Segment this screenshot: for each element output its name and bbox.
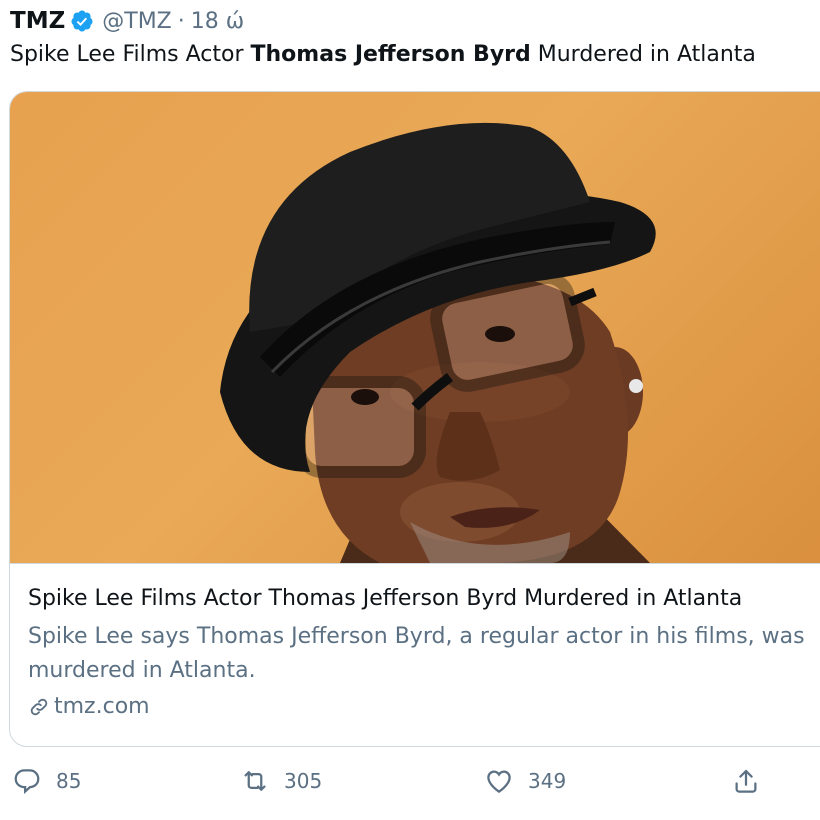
card-image[interactable] [10, 92, 820, 563]
reply-button[interactable]: 85 [12, 766, 81, 796]
tweet-timestamp[interactable]: 18 ώ [191, 9, 244, 34]
share-button[interactable] [731, 766, 761, 796]
card-domain-text: tmz.com [54, 694, 150, 719]
verified-badge-icon [70, 9, 94, 33]
retweet-icon [244, 771, 266, 791]
tweet-text-bold: Thomas Jefferson Byrd [250, 42, 531, 67]
author-handle[interactable]: @TMZ [102, 9, 172, 34]
tweet-actions: 85 305 349 [0, 760, 820, 804]
retweet-button[interactable]: 305 [240, 766, 322, 796]
link-icon [30, 698, 48, 715]
separator-dot: · [177, 8, 185, 34]
like-count: 349 [528, 769, 567, 793]
card-title[interactable]: Spike Lee Films Actor Thomas Jefferson B… [28, 586, 742, 611]
retweet-count: 305 [284, 769, 323, 793]
tweet-text-prefix: Spike Lee Films Actor [10, 42, 251, 67]
card-domain[interactable]: tmz.com [28, 694, 150, 719]
card-description: Spike Lee says Thomas Jefferson Byrd, a … [28, 624, 805, 683]
tweet-header: TMZ @TMZ · 18 ώ [10, 6, 244, 36]
like-button[interactable]: 349 [484, 766, 566, 796]
share-icon [735, 769, 757, 793]
tweet-text-suffix: Murdered in Atlanta [530, 42, 756, 67]
tweet-text: Spike Lee Films Actor Thomas Jefferson B… [10, 42, 756, 67]
reply-count: 85 [56, 769, 82, 793]
card-body: Spike Lee Films Actor Thomas Jefferson B… [10, 563, 820, 746]
link-preview-card[interactable]: Spike Lee Films Actor Thomas Jefferson B… [9, 91, 820, 747]
heart-icon [487, 770, 511, 793]
author-name[interactable]: TMZ [10, 8, 65, 34]
reply-icon [14, 769, 40, 795]
portrait-photo [220, 122, 656, 563]
tweet[interactable]: TMZ @TMZ · 18 ώ Spike Lee Films Actor Th… [0, 0, 820, 820]
